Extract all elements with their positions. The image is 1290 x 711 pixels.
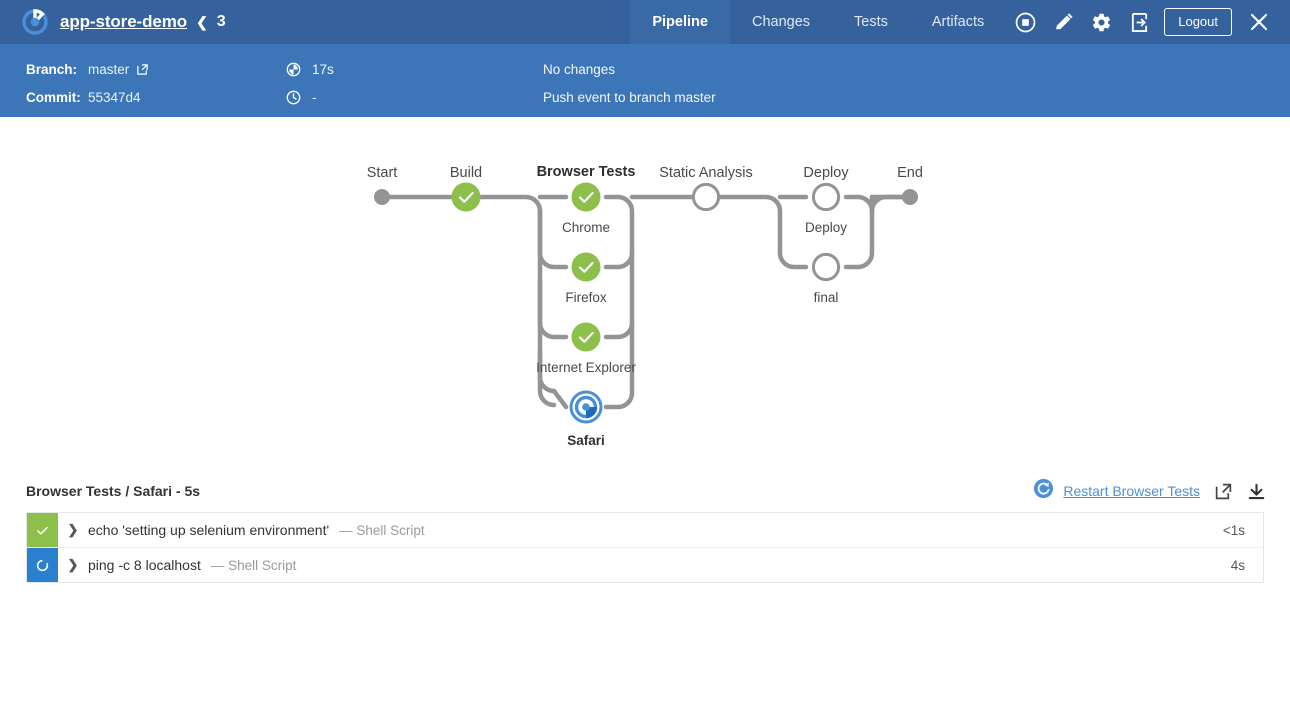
chevron-right-icon[interactable]: ❯ bbox=[58, 548, 88, 582]
edge-right-merge-ie bbox=[606, 323, 632, 337]
static-analysis-node[interactable] bbox=[693, 184, 718, 209]
step-body: echo 'setting up selenium environment' —… bbox=[88, 513, 1223, 547]
internet-explorer-node[interactable] bbox=[572, 323, 601, 352]
step-log-section: Browser Tests / Safari - 5s Restart Brow… bbox=[0, 470, 1290, 583]
build-node[interactable] bbox=[452, 183, 481, 212]
node-label-internet-explorer[interactable]: Internet Explorer bbox=[536, 360, 636, 375]
download-icon[interactable] bbox=[1247, 482, 1266, 501]
clock-icon bbox=[286, 90, 301, 105]
topbar-branding: app-store-demo ❮ 3 bbox=[0, 0, 630, 44]
restart-icon bbox=[1033, 478, 1054, 504]
step-command: echo 'setting up selenium environment' bbox=[88, 522, 329, 538]
duration-icon bbox=[286, 62, 301, 77]
chevron-left-icon[interactable]: ❮ bbox=[196, 14, 208, 31]
step-type: — Shell Script bbox=[211, 558, 297, 573]
commit-label: Commit: bbox=[26, 90, 81, 105]
node-label-firefox[interactable]: Firefox bbox=[565, 290, 606, 305]
node-label-chrome[interactable]: Chrome bbox=[562, 220, 610, 235]
repository-name-link[interactable]: app-store-demo bbox=[60, 12, 187, 32]
chrome-node[interactable] bbox=[572, 183, 601, 212]
table-row[interactable]: ❯ echo 'setting up selenium environment'… bbox=[27, 513, 1263, 548]
time-value: - bbox=[312, 90, 317, 105]
step-body: ping -c 8 localhost — Shell Script bbox=[88, 548, 1231, 582]
stage-label-build[interactable]: Build bbox=[450, 165, 482, 181]
step-log-header: Browser Tests / Safari - 5s Restart Brow… bbox=[0, 470, 1290, 512]
run-number: 3 bbox=[217, 13, 226, 31]
node-label-final[interactable]: final bbox=[814, 290, 839, 305]
duration-value: 17s bbox=[312, 62, 334, 77]
tab-changes[interactable]: Changes bbox=[730, 0, 832, 44]
gear-icon[interactable] bbox=[1082, 0, 1120, 44]
close-icon[interactable] bbox=[1242, 0, 1276, 44]
step-status-success-icon bbox=[27, 513, 58, 547]
table-row[interactable]: ❯ ping -c 8 localhost — Shell Script 4s bbox=[27, 548, 1263, 582]
logout-button[interactable]: Logout bbox=[1164, 8, 1232, 36]
firefox-node[interactable] bbox=[572, 253, 601, 282]
final-node[interactable] bbox=[813, 254, 838, 279]
pipeline-graph-svg bbox=[0, 117, 1290, 472]
branch-name: master bbox=[88, 62, 129, 77]
stage-label-static-analysis[interactable]: Static Analysis bbox=[659, 165, 753, 181]
step-list: ❯ echo 'setting up selenium environment'… bbox=[26, 512, 1264, 583]
tab-artifacts[interactable]: Artifacts bbox=[910, 0, 1006, 44]
deploy-node[interactable] bbox=[813, 184, 838, 209]
chevron-right-icon[interactable]: ❯ bbox=[58, 513, 88, 547]
edge-deploy-merge-top bbox=[846, 197, 872, 211]
branch-label: Branch: bbox=[26, 62, 77, 77]
restart-browser-tests-button[interactable]: Restart Browser Tests bbox=[1033, 478, 1200, 504]
step-duration: <1s bbox=[1223, 513, 1263, 547]
log-title: Browser Tests / Safari - 5s bbox=[26, 483, 200, 499]
edit-pencil-icon[interactable] bbox=[1044, 0, 1082, 44]
tab-pipeline[interactable]: Pipeline bbox=[630, 0, 730, 44]
stop-record-icon[interactable] bbox=[1006, 0, 1044, 44]
edge-right-merge-safari bbox=[606, 393, 632, 407]
run-summary-header: Branch: master 17s No changes Commit: 55… bbox=[0, 44, 1290, 117]
node-label-deploy[interactable]: Deploy bbox=[805, 220, 847, 235]
step-type: — Shell Script bbox=[339, 523, 425, 538]
end-node-dot[interactable] bbox=[902, 189, 918, 205]
stage-label-start[interactable]: Start bbox=[367, 165, 398, 181]
safari-node[interactable] bbox=[571, 392, 601, 422]
stage-label-deploy[interactable]: Deploy bbox=[803, 165, 848, 181]
topbar-action-icons: Logout bbox=[1006, 0, 1290, 44]
log-header-actions: Restart Browser Tests bbox=[1033, 478, 1266, 504]
logout-arrow-icon[interactable] bbox=[1120, 0, 1158, 44]
tab-tests[interactable]: Tests bbox=[832, 0, 910, 44]
changes-text: No changes bbox=[543, 62, 615, 77]
restart-label: Restart Browser Tests bbox=[1063, 483, 1200, 499]
commit-value: 55347d4 bbox=[88, 90, 141, 105]
step-status-running-icon bbox=[27, 548, 58, 582]
stage-label-end[interactable]: End bbox=[897, 165, 923, 181]
top-navigation-bar: app-store-demo ❮ 3 Pipeline Changes Test… bbox=[0, 0, 1290, 44]
edge-left-stub-ie bbox=[540, 281, 566, 337]
open-external-icon[interactable] bbox=[1214, 482, 1233, 501]
branch-value: master bbox=[88, 62, 149, 77]
pipeline-graph: Start Build Browser Tests Static Analysi… bbox=[0, 117, 1290, 472]
edge-right-merge-firefox bbox=[606, 253, 632, 267]
step-duration: 4s bbox=[1231, 548, 1263, 582]
edge-static-final bbox=[706, 197, 806, 267]
blue-ocean-spinner-icon[interactable] bbox=[22, 9, 48, 35]
step-command: ping -c 8 localhost bbox=[88, 557, 201, 573]
cause-text: Push event to branch master bbox=[543, 90, 716, 105]
start-node-dot[interactable] bbox=[374, 189, 390, 205]
edge-final-merge bbox=[846, 197, 910, 267]
stage-label-browser-tests[interactable]: Browser Tests bbox=[537, 164, 636, 180]
topbar-tabs: Pipeline Changes Tests Artifacts bbox=[630, 0, 1006, 44]
node-label-safari[interactable]: Safari bbox=[567, 433, 605, 448]
external-link-icon[interactable] bbox=[136, 63, 149, 76]
